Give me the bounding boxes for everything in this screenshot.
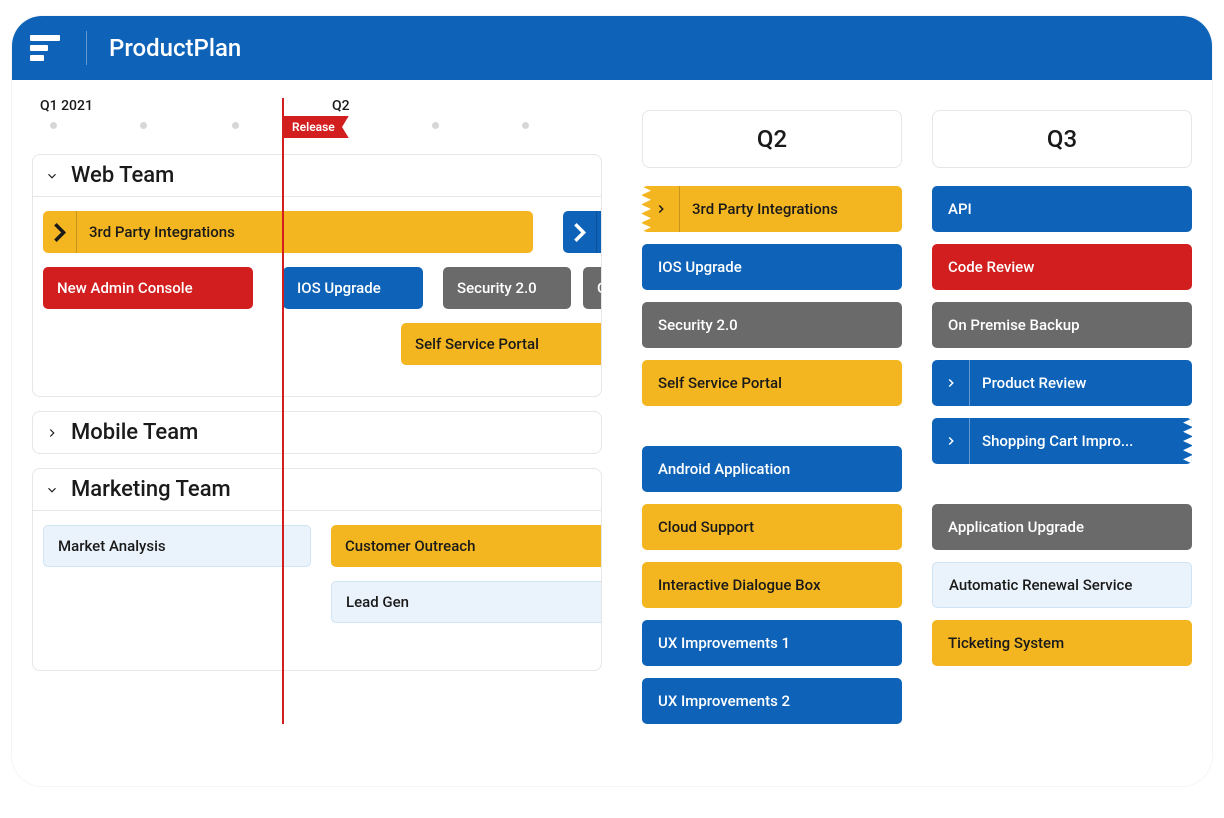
card-onprem-backup[interactable]: On Premise Backup [932, 302, 1192, 348]
lane-mobile-team: Mobile Team [32, 411, 602, 454]
card-label: IOS Upgrade [658, 258, 742, 276]
col-header-q2: Q2 [642, 110, 902, 168]
card-api[interactable]: API [932, 186, 1192, 232]
bar-label: Lead Gen [346, 593, 409, 611]
chevron-right-icon [43, 211, 77, 253]
card-group: Android Application Cloud Support Intera… [642, 446, 902, 724]
bar-self-serve[interactable]: Self Service Portal [401, 323, 602, 365]
lane-marketing-team: Marketing Team Market Analysis Customer … [32, 468, 602, 671]
bar-lead-gen[interactable]: Lead Gen [331, 581, 602, 623]
bar-label: IOS Upgrade [297, 279, 381, 297]
chevron-right-icon [932, 418, 970, 464]
chevron-right-icon [563, 211, 597, 253]
card-group: 3rd Party Integrations IOS Upgrade Secur… [642, 186, 902, 406]
logo-icon [30, 31, 64, 65]
lane-header-mobile[interactable]: Mobile Team [32, 411, 602, 454]
timeline-panel: Q1 2021 Q2 Release Web Team [12, 80, 612, 786]
bar-label: Self Service Portal [415, 335, 539, 353]
bar-third-party[interactable]: 3rd Party Integrations [43, 211, 533, 253]
board-col-q3: Q3 API Code Review On Premise Backup Pro… [932, 110, 1192, 786]
card-ios[interactable]: IOS Upgrade [642, 244, 902, 290]
card-label: API [948, 200, 972, 218]
card-label: UX Improvements 1 [658, 634, 790, 652]
tick-dot [50, 122, 57, 129]
card-dialogue[interactable]: Interactive Dialogue Box [642, 562, 902, 608]
logo-divider [86, 31, 87, 65]
card-label: Android Application [658, 460, 790, 478]
card-label: On Premise Backup [948, 316, 1080, 334]
app-name: ProductPlan [109, 34, 241, 62]
card-product-review[interactable]: Product Review [932, 360, 1192, 406]
card-ticketing[interactable]: Ticketing System [932, 620, 1192, 666]
card-cloud[interactable]: Cloud Support [642, 504, 902, 550]
card-label: UX Improvements 2 [658, 692, 790, 710]
bar-label: Customer Outreach [345, 537, 475, 555]
card-label: Code Review [948, 258, 1034, 276]
bar-next[interactable] [563, 211, 602, 253]
app-window: ProductPlan Q1 2021 Q2 Release [12, 16, 1212, 786]
card-security[interactable]: Security 2.0 [642, 302, 902, 348]
bar-label: Market Analysis [58, 537, 166, 555]
card-label: Self Service Portal [658, 374, 782, 392]
topbar: ProductPlan [12, 16, 1212, 80]
card-label: Ticketing System [948, 634, 1064, 652]
card-label: Application Upgrade [948, 518, 1084, 536]
board-col-q2: Q2 3rd Party Integrations IOS Upgrade Se… [642, 110, 902, 786]
card-shopping-cart[interactable]: Shopping Cart Impro... [932, 418, 1192, 464]
card-self-serve[interactable]: Self Service Portal [642, 360, 902, 406]
lane-header-web[interactable]: Web Team [32, 154, 602, 197]
tick-dot [140, 122, 147, 129]
board-panel: Q2 3rd Party Integrations IOS Upgrade Se… [612, 80, 1212, 786]
card-code-review[interactable]: Code Review [932, 244, 1192, 290]
bar-ios[interactable]: IOS Upgrade [283, 267, 423, 309]
bar-market-analysis[interactable]: Market Analysis [43, 525, 311, 567]
lane-title: Web Team [71, 163, 174, 188]
chevron-right-icon [642, 186, 680, 232]
bar-onprem[interactable]: On [583, 267, 602, 309]
lane-title: Marketing Team [71, 477, 231, 502]
chevron-right-icon [932, 360, 970, 406]
card-ux2[interactable]: UX Improvements 2 [642, 678, 902, 724]
card-label: Automatic Renewal Service [949, 576, 1132, 594]
chevron-down-icon [43, 167, 61, 185]
lane-rows-web: 3rd Party Integrations New Admin Console… [32, 197, 602, 397]
app-logo[interactable]: ProductPlan [30, 31, 241, 65]
card-app-upgrade[interactable]: Application Upgrade [932, 504, 1192, 550]
bar-label: Security 2.0 [457, 279, 537, 297]
lane-header-marketing[interactable]: Marketing Team [32, 468, 602, 511]
card-label: Interactive Dialogue Box [658, 576, 821, 594]
card-group: API Code Review On Premise Backup Produc… [932, 186, 1192, 464]
timeline-header: Q1 2021 Q2 Release [32, 98, 612, 124]
card-label: Security 2.0 [658, 316, 738, 334]
bar-security[interactable]: Security 2.0 [443, 267, 571, 309]
tick-dot [432, 122, 439, 129]
bar-label: New Admin Console [57, 279, 193, 297]
chevron-down-icon [43, 481, 61, 499]
tick-dot [522, 122, 529, 129]
tick-dot [232, 122, 239, 129]
card-auto-renewal[interactable]: Automatic Renewal Service [932, 562, 1192, 608]
card-label: 3rd Party Integrations [692, 200, 838, 218]
chevron-right-icon [43, 424, 61, 442]
lane-web-team: Web Team 3rd Party Integrations New Admi… [32, 154, 602, 397]
today-line [282, 98, 284, 724]
bar-label: 3rd Party Integrations [89, 223, 235, 241]
card-android[interactable]: Android Application [642, 446, 902, 492]
bar-new-admin[interactable]: New Admin Console [43, 267, 253, 309]
quarter-label-q1: Q1 2021 [40, 98, 93, 114]
release-marker[interactable]: Release [282, 116, 349, 138]
card-label: Shopping Cart Impro... [982, 432, 1133, 450]
col-header-q3: Q3 [932, 110, 1192, 168]
card-label: Cloud Support [658, 518, 754, 536]
card-ux1[interactable]: UX Improvements 1 [642, 620, 902, 666]
bar-label: On [597, 279, 602, 297]
bar-customer-outreach[interactable]: Customer Outreach [331, 525, 602, 567]
main-body: Q1 2021 Q2 Release Web Team [12, 80, 1212, 786]
lane-title: Mobile Team [71, 420, 198, 445]
card-label: Product Review [982, 374, 1086, 392]
card-group: Application Upgrade Automatic Renewal Se… [932, 504, 1192, 666]
card-3rd-party[interactable]: 3rd Party Integrations [642, 186, 902, 232]
quarter-label-q2: Q2 [332, 98, 350, 114]
lane-rows-marketing: Market Analysis Customer Outreach Lead G… [32, 511, 602, 671]
